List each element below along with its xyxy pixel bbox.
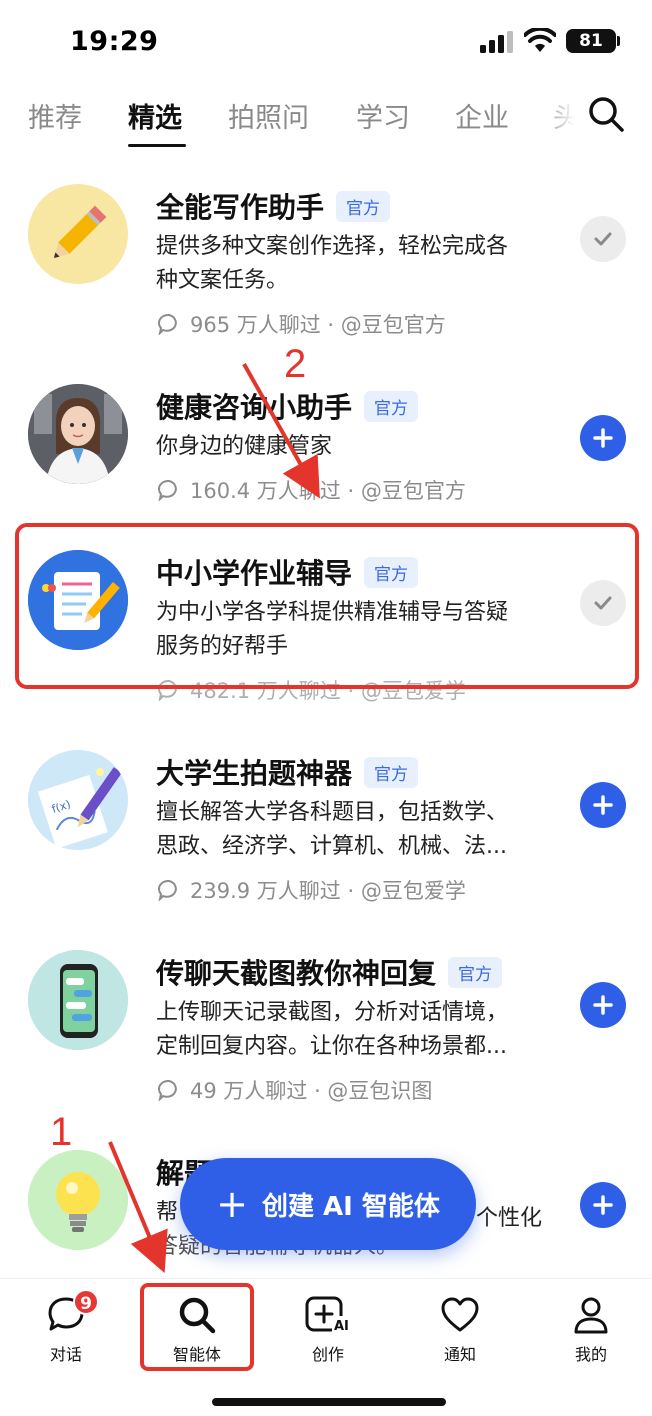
official-badge: 官方: [364, 390, 419, 422]
add-agent-button[interactable]: [580, 982, 626, 1028]
official-badge: 官方: [336, 190, 391, 222]
plus-icon: [593, 1195, 613, 1215]
battery-indicator: 81: [566, 29, 616, 53]
person-icon: [574, 1297, 608, 1334]
wifi-icon: [524, 28, 556, 52]
agent-stats: 965 万人聊过 · @豆包官方: [158, 309, 446, 339]
category-tabs: 推荐 精选 拍照问 学习 企业 头: [0, 92, 652, 150]
doctor-avatar: [28, 384, 128, 484]
nav-label: 创作: [311, 1345, 344, 1364]
nav-label: 我的: [574, 1345, 607, 1364]
math-paper-icon: f(x): [28, 750, 128, 850]
tab-featured[interactable]: 精选: [128, 96, 182, 135]
create-ai-icon: AI: [305, 1296, 352, 1334]
nav-profile[interactable]: 我的: [536, 1293, 646, 1365]
chat-count-icon: [158, 479, 177, 501]
tab-enterprise[interactable]: 企业: [455, 96, 509, 135]
chat-count-icon: [158, 1079, 177, 1101]
status-bar: 19:29 81: [0, 0, 652, 80]
highlight-box-nav-agents: [140, 1283, 254, 1371]
svg-text:AI: AI: [334, 1319, 349, 1334]
agent-description: 提供多种文案创作选择，轻松完成各 种文案任务。: [156, 234, 509, 293]
plus-icon: [593, 995, 613, 1015]
agent-stats: 239.9 万人聊过 · @豆包爱学: [158, 875, 466, 905]
battery-tip: [617, 36, 620, 46]
home-indicator: [212, 1398, 446, 1406]
annotation-step-2: 2: [284, 342, 307, 386]
add-agent-button[interactable]: [580, 782, 626, 828]
nav-label: 对话: [49, 1345, 82, 1364]
official-badge: 官方: [448, 956, 503, 988]
agent-card-health[interactable]: 健康咨询小助手 官方 你身边的健康管家 160.4 万人聊过 · @豆包官方: [0, 370, 652, 510]
add-agent-button[interactable]: [580, 415, 626, 461]
agent-description: 你身边的健康管家: [156, 434, 333, 459]
official-badge: 官方: [364, 756, 419, 788]
nav-label: 通知: [443, 1345, 476, 1364]
highlight-box-homework: [15, 523, 639, 689]
annotation-step-1: 1: [50, 1110, 73, 1154]
tab-photo-ask[interactable]: 拍照问: [228, 96, 309, 135]
phone-chat-icon: [28, 950, 128, 1050]
agent-title: 健康咨询小助手: [156, 391, 353, 424]
check-icon: [594, 232, 612, 246]
search-icon[interactable]: [586, 94, 626, 134]
agent-title: 全能写作助手: [156, 191, 325, 224]
plus-icon: +: [216, 1182, 248, 1226]
plus-icon: [593, 428, 613, 448]
nav-notifications[interactable]: 通知: [405, 1293, 515, 1365]
nav-create[interactable]: AI 创作: [273, 1293, 383, 1365]
agent-title: 传聊天截图教你神回复: [156, 957, 437, 990]
agent-stats: 160.4 万人聊过 · @豆包官方: [158, 475, 466, 505]
status-time: 19:29: [70, 26, 159, 57]
create-agent-label: 创建 AI 智能体: [261, 1191, 440, 1222]
nav-chat[interactable]: 9 对话: [11, 1289, 121, 1365]
add-agent-button[interactable]: [580, 1182, 626, 1228]
tab-study[interactable]: 学习: [356, 96, 410, 135]
agent-description: 擅长解答大学各科题目，包括数学、 思政、经济学、计算机、机械、法...: [156, 800, 509, 859]
create-agent-button[interactable]: + 创建 AI 智能体: [180, 1158, 476, 1250]
agent-card-chat-reply[interactable]: 传聊天截图教你神回复 官方 上传聊天记录截图，分析对话情境， 定制回复内容。让你…: [0, 936, 652, 1106]
unread-badge: 9: [73, 1289, 99, 1315]
plus-icon: [593, 795, 613, 815]
chat-count-icon: [158, 313, 177, 335]
lightbulb-icon: [28, 1150, 128, 1250]
agent-title: 大学生拍题神器: [156, 757, 353, 790]
added-check-button[interactable]: [580, 216, 626, 262]
tab-fade: [540, 92, 584, 150]
agent-card-college[interactable]: f(x) 大学生拍题神器 官方 擅长解答大学各科题目，包括数学、 思政、经济学、…: [0, 736, 652, 906]
agent-card-writing[interactable]: 全能写作助手 官方 提供多种文案创作选择，轻松完成各 种文案任务。 965 万人…: [0, 170, 652, 340]
agent-description: 上传聊天记录截图，分析对话情境， 定制回复内容。让你在各种场景都...: [156, 1000, 509, 1059]
tab-recommend[interactable]: 推荐: [28, 96, 82, 135]
agent-stats: 49 万人聊过 · @豆包识图: [158, 1075, 432, 1105]
chat-count-icon: [158, 879, 177, 901]
pencil-icon: [28, 184, 128, 284]
heart-icon: [441, 1297, 479, 1332]
bottom-nav: 9 对话 智能体 AI 创作 通知 我的: [0, 1278, 652, 1416]
agent-description-tail: 个性化: [476, 1206, 543, 1231]
cellular-signal-icon: [480, 31, 513, 53]
active-tab-indicator: [128, 144, 186, 147]
